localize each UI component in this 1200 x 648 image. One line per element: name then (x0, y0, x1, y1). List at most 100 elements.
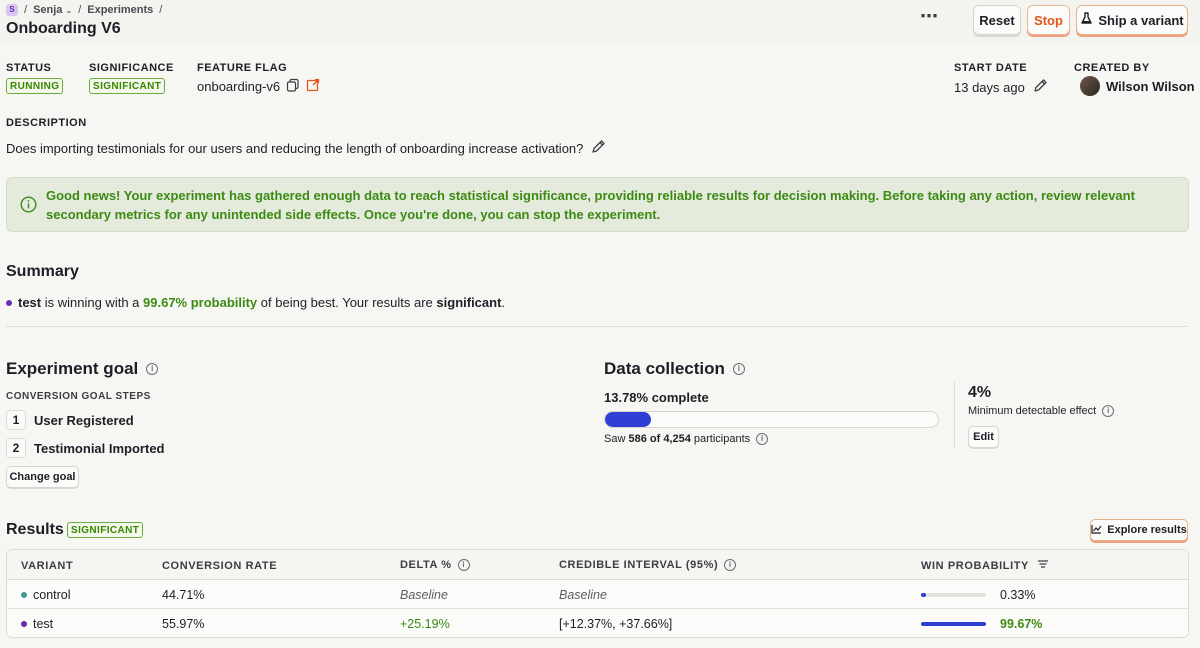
variant-dot (21, 592, 27, 598)
variant-dot (6, 300, 12, 306)
copy-icon[interactable] (286, 78, 300, 95)
breadcrumb: S / Senja ⌄ / Experiments / (6, 3, 162, 17)
column-header-conversion-rate: CONVERSION RATE (162, 560, 278, 572)
mde-value: 4% (968, 384, 992, 401)
win-probability-bar (921, 593, 986, 597)
breadcrumb-separator: / (159, 4, 163, 16)
info-icon[interactable]: i (756, 433, 769, 445)
step-number-2: 2 (6, 438, 26, 458)
experiment-goal-title-text: Experiment goal (6, 359, 139, 378)
column-header-delta: DELTA % i (400, 559, 470, 571)
breadcrumb-project[interactable]: Senja ⌄ (33, 4, 72, 16)
flask-icon (1080, 12, 1093, 28)
column-header-variant: VARIANT (21, 560, 74, 572)
page-title: Onboarding V6 (6, 20, 121, 37)
progress-bar-fill (605, 412, 651, 427)
ship-variant-button[interactable]: Ship a variant (1076, 5, 1188, 35)
column-header-credible-interval: CREDIBLE INTERVAL (95%) i (559, 559, 737, 571)
completion-text: 13.78% complete (604, 390, 709, 405)
column-header-delta-text: DELTA % (400, 559, 452, 571)
chevron-down-icon: ⌄ (65, 6, 73, 15)
column-header-win-probability[interactable]: WIN PROBABILITY (921, 559, 1049, 572)
start-date-value: 13 days ago (954, 79, 1025, 95)
step-number-1: 1 (6, 410, 26, 430)
explore-results-label: Explore results (1107, 524, 1187, 536)
chart-icon (1091, 524, 1102, 537)
project-avatar[interactable]: S (6, 4, 18, 16)
column-header-win-probability-text: WIN PROBABILITY (921, 559, 1029, 572)
stop-button[interactable]: Stop (1027, 5, 1070, 35)
summary-probability: 99.67% probability (143, 295, 258, 310)
reset-button[interactable]: Reset (973, 5, 1021, 35)
cell-win-probability: 99.67% (1000, 617, 1043, 631)
created-by-value[interactable]: Wilson Wilson (1106, 79, 1195, 94)
summary-significant: significant (436, 295, 502, 310)
created-by-label: CREATED BY (1074, 62, 1150, 74)
participants-text: Saw 586 of 4,254 participants i (604, 433, 769, 445)
description-row: Does importing testimonials for our user… (6, 139, 606, 157)
step-label-1: User Registered (34, 413, 134, 428)
breadcrumb-separator: / (24, 4, 28, 16)
summary-text-1: is winning with a (41, 295, 144, 310)
table-header: VARIANT CONVERSION RATE DELTA % i CREDIB… (7, 550, 1188, 580)
sort-icon[interactable] (1037, 559, 1049, 572)
table-row: control 44.71% Baseline Baseline 0.33% (7, 580, 1188, 609)
results-significance-badge: SIGNIFICANT (67, 522, 144, 538)
open-external-icon[interactable] (306, 78, 320, 95)
variant-name: test (33, 617, 54, 631)
feature-flag-row: onboarding-v6 (197, 78, 320, 95)
variant-name: control (33, 588, 71, 602)
mde-label: Minimum detectable effect (968, 405, 1097, 417)
avatar (1080, 76, 1100, 96)
info-icon[interactable]: i (732, 363, 745, 375)
cell-delta: Baseline (400, 588, 448, 602)
start-date-row: 13 days ago (954, 78, 1048, 96)
explore-results-button[interactable]: Explore results (1090, 519, 1188, 541)
column-header-credible-interval-text: CREDIBLE INTERVAL (95%) (559, 559, 719, 571)
description-text: Does importing testimonials for our user… (6, 140, 584, 156)
info-icon[interactable]: i (457, 559, 470, 571)
progress-bar (604, 411, 939, 428)
change-goal-button[interactable]: Change goal (6, 466, 79, 488)
cell-conversion-rate: 55.97% (162, 617, 205, 631)
cell-variant: control (21, 588, 71, 602)
participants-suffix: participants (690, 433, 751, 445)
vertical-divider (954, 382, 955, 448)
summary-text: test is winning with a 99.67% probabilit… (6, 295, 505, 310)
breadcrumb-separator: / (78, 4, 82, 16)
data-collection-title: Data collection i (604, 359, 745, 379)
win-probability-bar (921, 622, 986, 626)
edit-description-icon[interactable] (591, 139, 606, 157)
info-icon (20, 196, 37, 216)
feature-flag-value[interactable]: onboarding-v6 (197, 79, 280, 94)
results-table: VARIANT CONVERSION RATE DELTA % i CREDIB… (6, 549, 1189, 638)
info-icon[interactable]: i (146, 363, 159, 375)
info-icon[interactable]: i (1102, 405, 1115, 417)
table-row: test 55.97% +25.19% [+12.37%, +37.66%] 9… (7, 609, 1188, 637)
significance-label: SIGNIFICANCE (89, 62, 174, 74)
more-options-icon[interactable]: ⋯ (918, 7, 940, 29)
step-label-2: Testimonial Imported (34, 441, 165, 456)
status-label: STATUS (6, 62, 52, 74)
data-collection-title-text: Data collection (604, 359, 725, 378)
experiment-goal-title: Experiment goal i (6, 359, 159, 379)
summary-title: Summary (6, 263, 79, 280)
status-badge: RUNNING (6, 78, 64, 94)
pencil-icon[interactable] (1033, 78, 1048, 96)
edit-mde-button[interactable]: Edit (968, 426, 999, 448)
description-label: DESCRIPTION (6, 117, 87, 129)
breadcrumb-experiments[interactable]: Experiments (87, 4, 153, 16)
summary-variant: test (18, 295, 42, 310)
win-probability-fill (921, 622, 986, 626)
info-icon[interactable]: i (724, 559, 737, 571)
cell-credible-interval: Baseline (559, 588, 607, 602)
alert-text: Good news! Your experiment has gathered … (46, 188, 1135, 222)
cell-delta: +25.19% (400, 617, 450, 631)
cell-win-probability: 0.33% (1000, 588, 1036, 602)
created-by-row: Wilson Wilson (1080, 76, 1195, 96)
variant-dot (21, 621, 27, 627)
significance-badge: SIGNIFICANT (89, 78, 166, 94)
cell-variant: test (21, 617, 53, 631)
start-date-label: START DATE (954, 62, 1028, 74)
cell-conversion-rate: 44.71% (162, 588, 205, 602)
